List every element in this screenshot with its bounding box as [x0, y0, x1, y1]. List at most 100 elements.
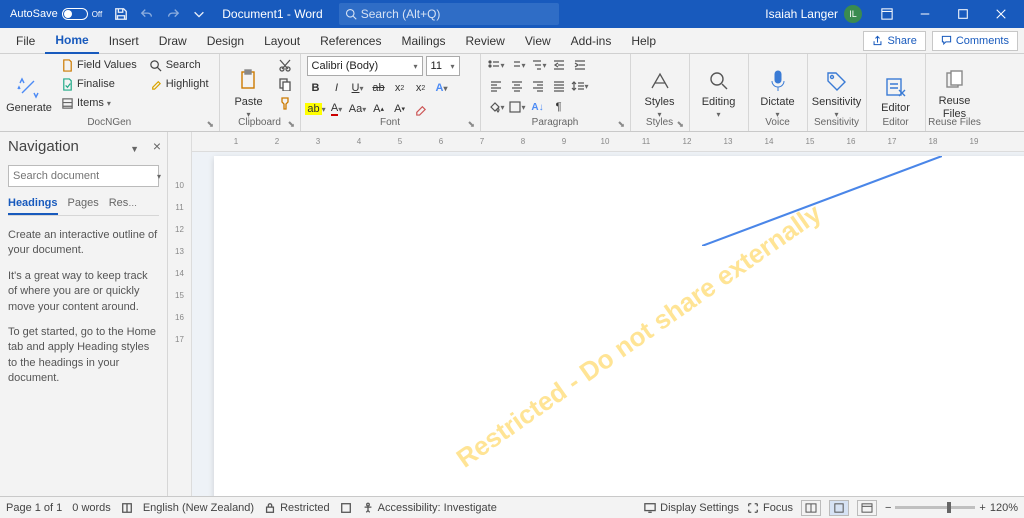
align-center-button[interactable]: [508, 77, 526, 95]
minimize-button[interactable]: [906, 0, 944, 28]
web-layout-button[interactable]: [857, 500, 877, 516]
horizontal-ruler[interactable]: 12345678910111213141516171819: [192, 132, 1024, 152]
tab-references[interactable]: References: [310, 28, 391, 54]
shrink-font-button[interactable]: A▾: [391, 100, 409, 118]
docngen-search-button[interactable]: Search: [145, 56, 213, 74]
document-icon: [60, 58, 74, 72]
line-spacing-button[interactable]: ▾: [571, 77, 589, 95]
multilevel-button[interactable]: ▾: [529, 56, 547, 74]
focus-button[interactable]: Focus: [747, 502, 793, 514]
autosave-toggle[interactable]: AutoSave Off: [4, 8, 108, 20]
tab-home[interactable]: Home: [45, 28, 98, 54]
word-count[interactable]: 0 words: [72, 502, 111, 514]
zoom-level[interactable]: 120%: [990, 502, 1018, 514]
tab-help[interactable]: Help: [621, 28, 666, 54]
justify-button[interactable]: [550, 77, 568, 95]
print-layout-button[interactable]: [829, 500, 849, 516]
nav-tab-pages[interactable]: Pages: [68, 197, 99, 215]
finalise-button[interactable]: Finalise: [56, 75, 141, 93]
dialog-launcher[interactable]: ⬊: [468, 119, 478, 129]
dialog-launcher[interactable]: ⬊: [618, 119, 628, 129]
zoom-out-button[interactable]: −: [885, 502, 891, 514]
superscript-button[interactable]: x2: [412, 79, 430, 97]
restricted-status[interactable]: Restricted: [264, 502, 330, 514]
shading-button[interactable]: ▾: [487, 98, 505, 116]
field-values-button[interactable]: Field Values: [56, 56, 141, 74]
vertical-ruler[interactable]: 1011121314151617: [168, 132, 192, 496]
borders-button[interactable]: ▾: [508, 98, 526, 116]
grow-font-button[interactable]: A▴: [370, 100, 388, 118]
bold-button[interactable]: B: [307, 79, 325, 97]
nav-search[interactable]: ▾: [8, 165, 159, 187]
undo-button[interactable]: [134, 0, 160, 28]
nav-close-button[interactable]: ×: [153, 138, 161, 154]
zoom-slider[interactable]: − + 120%: [885, 502, 1018, 514]
nav-search-input[interactable]: [13, 170, 155, 182]
bullets-button[interactable]: ▾: [487, 56, 505, 74]
underline-button[interactable]: U▾: [349, 79, 367, 97]
tab-view[interactable]: View: [515, 28, 561, 54]
display-settings-button[interactable]: Display Settings: [644, 502, 739, 514]
comments-button[interactable]: Comments: [932, 31, 1018, 51]
spell-check-button[interactable]: [121, 502, 133, 514]
nav-tab-results[interactable]: Res…: [109, 197, 138, 215]
ribbon-display-button[interactable]: [868, 0, 906, 28]
zoom-thumb[interactable]: [947, 502, 951, 513]
check-doc-icon: [60, 77, 74, 91]
search-box[interactable]: Search (Alt+Q): [339, 3, 559, 25]
numbering-button[interactable]: ▾: [508, 56, 526, 74]
close-button[interactable]: [982, 0, 1020, 28]
subscript-button[interactable]: x2: [391, 79, 409, 97]
sort-button[interactable]: A↓: [529, 98, 547, 116]
language-button[interactable]: English (New Zealand): [143, 502, 254, 514]
decrease-indent-button[interactable]: [550, 56, 568, 74]
tab-draw[interactable]: Draw: [149, 28, 197, 54]
share-icon: [872, 35, 883, 46]
accessibility-button[interactable]: Accessibility: Investigate: [362, 502, 497, 514]
share-button[interactable]: Share: [863, 31, 925, 51]
format-painter-button[interactable]: [276, 94, 294, 112]
tab-file[interactable]: File: [6, 28, 45, 54]
macro-button[interactable]: [340, 502, 352, 514]
tab-design[interactable]: Design: [197, 28, 254, 54]
page-indicator[interactable]: Page 1 of 1: [6, 502, 62, 514]
tab-review[interactable]: Review: [456, 28, 515, 54]
align-right-button[interactable]: [529, 77, 547, 95]
increase-indent-button[interactable]: [571, 56, 589, 74]
copy-button[interactable]: [276, 75, 294, 93]
zoom-track[interactable]: [895, 506, 975, 509]
highlight-button[interactable]: Highlight: [145, 75, 213, 93]
nav-options-button[interactable]: ▼: [130, 144, 139, 154]
change-case-button[interactable]: Aa▾: [349, 100, 367, 118]
maximize-button[interactable]: [944, 0, 982, 28]
nav-tab-headings[interactable]: Headings: [8, 197, 58, 215]
dialog-launcher[interactable]: ⬊: [288, 119, 298, 129]
read-mode-button[interactable]: [801, 500, 821, 516]
dialog-launcher[interactable]: ⬊: [207, 119, 217, 129]
tab-addins[interactable]: Add-ins: [561, 28, 622, 54]
show-marks-button[interactable]: ¶: [550, 98, 568, 116]
qat-dropdown[interactable]: [186, 0, 212, 28]
text-effects-button[interactable]: A▾: [433, 79, 451, 97]
tab-mailings[interactable]: Mailings: [391, 28, 455, 54]
account-button[interactable]: Isaiah Langer IL: [759, 5, 868, 23]
font-color-button[interactable]: A▾: [328, 100, 346, 118]
zoom-in-button[interactable]: +: [979, 502, 985, 514]
clear-formatting-button[interactable]: [412, 100, 430, 118]
redo-button[interactable]: [160, 0, 186, 28]
align-left-button[interactable]: [487, 77, 505, 95]
tab-insert[interactable]: Insert: [99, 28, 149, 54]
dialog-launcher[interactable]: ⬊: [677, 119, 687, 129]
font-size-combo[interactable]: 11▾: [426, 56, 460, 76]
tab-layout[interactable]: Layout: [254, 28, 310, 54]
cut-button[interactable]: [276, 56, 294, 74]
canvas[interactable]: 12345678910111213141516171819 Restricted…: [192, 132, 1024, 496]
strike-button[interactable]: ab: [370, 79, 388, 97]
font-name-combo[interactable]: Calibri (Body)▾: [307, 56, 423, 76]
line-shape[interactable]: [702, 156, 942, 246]
italic-button[interactable]: I: [328, 79, 346, 97]
multilevel-icon: [529, 58, 543, 72]
highlight-color-button[interactable]: ab▾: [307, 100, 325, 118]
items-button[interactable]: Items ▾: [56, 94, 141, 112]
save-button[interactable]: [108, 0, 134, 28]
